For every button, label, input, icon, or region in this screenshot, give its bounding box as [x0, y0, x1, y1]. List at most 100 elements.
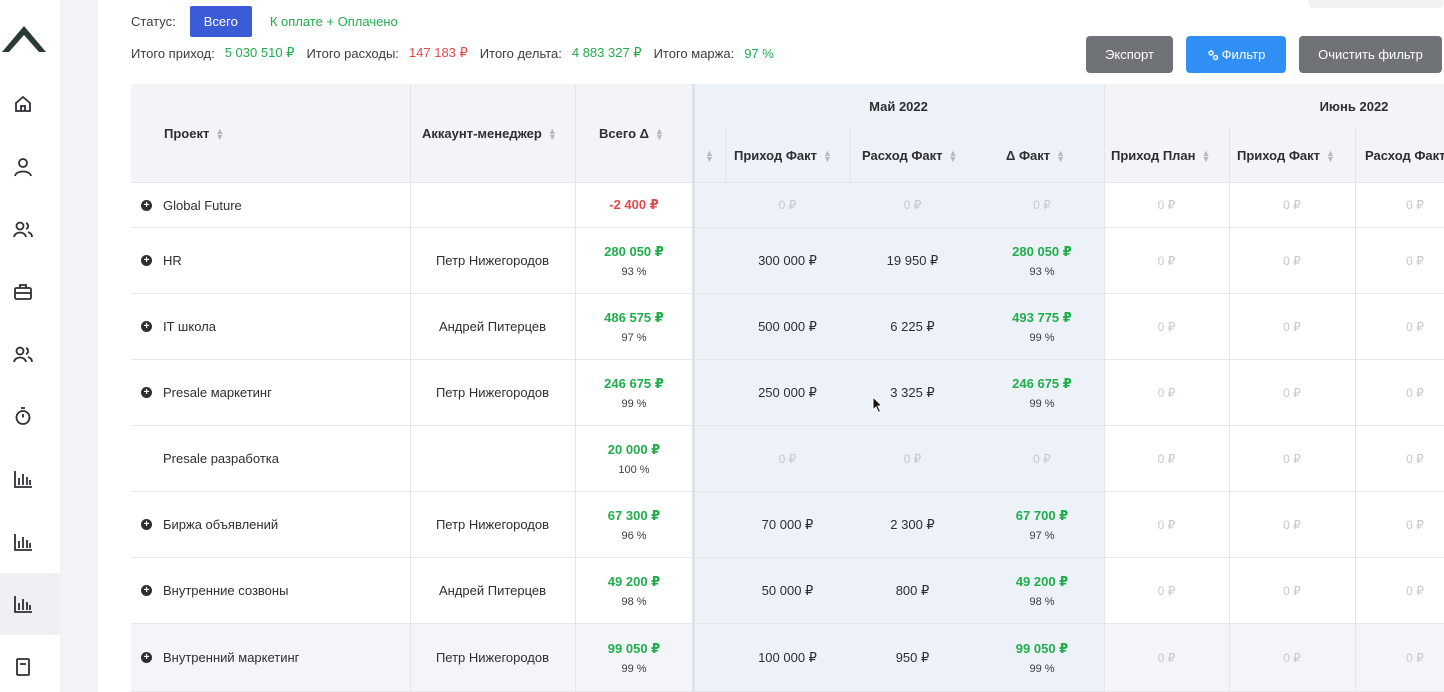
- total-delta-cell: 67 300 ₽ 96 %: [575, 492, 693, 557]
- manager-name: Петр Нижегородов: [435, 385, 550, 400]
- project-name: Внутренние созвоны: [163, 583, 289, 598]
- may-expense-fact-value: 950 ₽: [895, 649, 930, 665]
- sort-icon[interactable]: ▲ ▼: [705, 148, 714, 163]
- zero-amount: 0 ₽: [1406, 319, 1424, 334]
- table-row[interactable]: + HR Петр Нижегородов 280 050 ₽ 93 % 300 000 …: [131, 228, 1444, 294]
- table-row[interactable]: + Global Future -2 400 ₽ 0 ₽ 0 ₽ 0 ₽ 0 ₽ 0 ₽ 0 ₽: [131, 183, 1444, 228]
- project-cell[interactable]: + Биржа объявлений: [141, 492, 278, 557]
- sort-icon[interactable]: ▲ ▼: [548, 126, 557, 141]
- may-delta-fact: 0 ₽: [980, 426, 1104, 491]
- column-divider: [850, 128, 851, 183]
- cell-amount: 0 ₽: [1229, 360, 1355, 425]
- zero-amount: 0 ₽: [1157, 198, 1176, 212]
- zero-amount: 0 ₽: [1283, 650, 1301, 665]
- sort-icon[interactable]: ▲ ▼: [823, 148, 832, 163]
- header-total[interactable]: Всего Δ ▲ ▼: [599, 84, 664, 183]
- header-june-expense-fact[interactable]: Расход Факт: [1365, 128, 1444, 183]
- manager-name: Петр Нижегородов: [435, 253, 550, 268]
- status-all-button[interactable]: Всего: [189, 5, 252, 37]
- table-row[interactable]: + Presale маркетинг Петр Нижегородов 246 67…: [131, 360, 1444, 426]
- zero-amount: 0 ₽: [1406, 198, 1424, 212]
- sort-icon[interactable]: ▲ ▼: [215, 126, 224, 141]
- sort-icon[interactable]: ▲ ▼: [655, 126, 664, 141]
- briefcase-icon[interactable]: [10, 279, 36, 305]
- may-expense-fact-value: 0 ₽: [903, 198, 922, 212]
- header-manager[interactable]: Аккаунт-менеджер ▲ ▼: [422, 84, 557, 183]
- total-delta-value: 67 300 ₽: [607, 507, 661, 523]
- user-icon[interactable]: [10, 154, 36, 180]
- manager-cell: Андрей Питерцев: [410, 294, 575, 359]
- home-icon[interactable]: [10, 91, 36, 117]
- may-income-fact: 500 000 ₽: [725, 294, 850, 359]
- zero-amount: 0 ₽: [1406, 253, 1424, 268]
- header-may-hidden-col[interactable]: ▲ ▼: [699, 128, 714, 183]
- may-delta-fact: 0 ₽: [980, 183, 1104, 227]
- may-delta-fact: 246 675 ₽ 99 %: [980, 360, 1104, 425]
- project-cell[interactable]: + HR: [141, 228, 182, 293]
- cell-amount: 0 ₽: [1104, 624, 1229, 691]
- header-may-delta-fact[interactable]: Δ Факт ▲ ▼: [1006, 128, 1065, 183]
- team-icon[interactable]: [10, 341, 36, 367]
- header-project[interactable]: Проект ▲ ▼: [164, 84, 224, 183]
- table-row[interactable]: + Биржа объявлений Петр Нижегородов 67 300 …: [131, 492, 1444, 558]
- projects-table: Проект ▲ ▼ Аккаунт-менеджер ▲ ▼ Всего Δ ▲ ▼…: [131, 84, 1444, 692]
- sort-icon[interactable]: ▲ ▼: [1326, 148, 1335, 163]
- users-icon[interactable]: [10, 216, 36, 242]
- export-button[interactable]: Экспорт: [1086, 36, 1173, 73]
- expand-plus-icon[interactable]: +: [141, 387, 152, 398]
- sidebar-gap: [60, 0, 98, 692]
- expand-plus-icon[interactable]: +: [141, 519, 152, 530]
- table-row[interactable]: + IT школа Андрей Питерцев 486 575 ₽ 97 % 500…: [131, 294, 1444, 360]
- manager-cell: Петр Нижегородов: [410, 492, 575, 557]
- zero-amount: 0 ₽: [1283, 253, 1301, 268]
- filter-button[interactable]: Фильтр: [1186, 36, 1286, 73]
- project-cell[interactable]: + Внутренние созвоны: [141, 558, 288, 623]
- expand-plus-icon[interactable]: +: [141, 199, 152, 211]
- sort-icon[interactable]: ▲ ▼: [1202, 148, 1211, 163]
- may-expense-fact: 0 ₽: [850, 183, 975, 227]
- expand-plus-icon[interactable]: +: [141, 585, 152, 596]
- status-paid-link[interactable]: К оплате + Оплачено: [270, 14, 398, 29]
- cell-amount: 0 ₽: [1355, 426, 1444, 491]
- cell-amount: 0 ₽: [1229, 294, 1355, 359]
- may-delta-percent: 97 %: [1029, 529, 1055, 542]
- header-june-label: Июнь 2022: [1319, 98, 1389, 114]
- expand-plus-icon[interactable]: +: [141, 255, 152, 266]
- sort-icon[interactable]: ▲ ▼: [949, 148, 958, 163]
- may-delta-fact: 99 050 ₽ 99 %: [980, 624, 1104, 691]
- project-cell[interactable]: + Внутренний маркетинг: [141, 624, 299, 691]
- bar-chart-icon[interactable]: [10, 529, 36, 555]
- clear-filter-button[interactable]: Очистить фильтр: [1299, 36, 1442, 73]
- may-delta-percent: 99 %: [1029, 397, 1055, 410]
- table-row[interactable]: + Внутренние созвоны Андрей Питерцев 49 200…: [131, 558, 1444, 624]
- header-june-income-fact[interactable]: Приход Факт ▲ ▼: [1237, 128, 1335, 183]
- logo[interactable]: [0, 18, 48, 58]
- total-delta-value: 4 883 327 ₽: [571, 45, 642, 60]
- column-divider: [1229, 128, 1230, 692]
- total-delta-cell: -2 400 ₽: [575, 183, 693, 227]
- may-income-fact: 70 000 ₽: [725, 492, 850, 557]
- project-cell[interactable]: + IT школа: [141, 294, 216, 359]
- project-cell[interactable]: + Global Future: [141, 183, 242, 227]
- header-june-income-plan[interactable]: Приход План ▲ ▼: [1111, 128, 1210, 183]
- may-income-fact-value: 0 ₽: [778, 198, 797, 212]
- may-expense-fact: 800 ₽: [850, 558, 975, 623]
- bar-chart-icon[interactable]: [10, 591, 36, 617]
- header-may-expense-fact[interactable]: Расход Факт ▲ ▼: [862, 128, 957, 183]
- status-label: Статус:: [131, 13, 176, 29]
- table-row[interactable]: + Внутренний маркетинг Петр Нижегородов 99 …: [131, 624, 1444, 692]
- expand-plus-icon[interactable]: +: [141, 652, 152, 663]
- table-row[interactable]: Presale разработка 20 000 ₽ 100 % 0 ₽ 0 ₽ 0 ₽…: [131, 426, 1444, 492]
- stopwatch-icon[interactable]: [10, 403, 36, 429]
- document-icon[interactable]: [10, 654, 36, 680]
- header-may-income-fact[interactable]: Приход Факт ▲ ▼: [734, 128, 832, 183]
- filter-button-label: Фильтр: [1221, 47, 1266, 62]
- may-expense-fact: 19 950 ₽: [850, 228, 975, 293]
- expand-plus-icon[interactable]: +: [141, 321, 152, 332]
- may-expense-fact-value: 3 325 ₽: [890, 384, 935, 400]
- sort-icon[interactable]: ▲ ▼: [1056, 148, 1065, 163]
- project-cell[interactable]: + Presale маркетинг: [141, 360, 272, 425]
- project-cell[interactable]: Presale разработка: [141, 426, 279, 491]
- bar-chart-icon[interactable]: [10, 466, 36, 492]
- cell-amount: 0 ₽: [1104, 426, 1229, 491]
